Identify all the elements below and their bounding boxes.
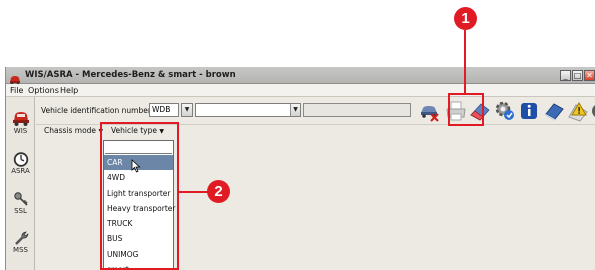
window-title: WIS/ASRA - Mercedes-Benz & smart - brown (25, 70, 236, 80)
sidebar-item-mss[interactable]: MSS (6, 230, 35, 255)
minimize-button[interactable]: _ (560, 70, 571, 81)
vin-prefix-value: WDB (152, 105, 171, 114)
sidebar-item-ssl[interactable]: SSL (6, 191, 35, 216)
screenshot-stage: WIS/ASRA - Mercedes-Benz & smart - brown… (0, 0, 595, 270)
callout-badge-2: 2 (207, 180, 230, 203)
sidebar-label-mss: MSS (13, 246, 28, 254)
module-sidebar: WIS ASRA SSL MSS (6, 97, 35, 270)
callout-badge-1: 1 (454, 7, 477, 30)
exit-icon[interactable] (589, 99, 595, 123)
menu-options[interactable]: Options (28, 84, 59, 97)
sidebar-item-asra[interactable]: ASRA (6, 151, 35, 176)
title-bar: WIS/ASRA - Mercedes-Benz & smart - brown… (6, 67, 595, 85)
eraser-highlight (448, 93, 484, 126)
callout-line-2 (179, 191, 209, 193)
info-icon[interactable] (517, 99, 541, 123)
menu-file[interactable]: File (10, 84, 23, 97)
vin-label: Vehicle identification number (41, 106, 151, 115)
close-button[interactable]: ✕ (584, 70, 595, 81)
menu-bar: File Options Help (6, 84, 595, 97)
vin-prefix-dropdown-button[interactable]: ▼ (181, 103, 193, 117)
application-window: WIS/ASRA - Mercedes-Benz & smart - brown… (5, 67, 595, 270)
settings-icon[interactable] (493, 99, 517, 123)
sidebar-label-wis: WIS (13, 127, 28, 135)
sidebar-label-asra: ASRA (11, 167, 30, 175)
wrench-icon (14, 231, 29, 245)
book-icon[interactable] (542, 99, 566, 123)
menu-help[interactable]: Help (60, 84, 78, 97)
sidebar-label-ssl: SSL (14, 207, 27, 215)
chevron-down-icon: ▼ (182, 104, 192, 116)
vin-status-field (303, 103, 411, 117)
sidebar-item-wis[interactable]: WIS (6, 109, 35, 136)
chevron-down-icon: ▼ (290, 104, 300, 116)
stopwatch-icon (13, 152, 28, 167)
chassis-mode-label: Chassis mode (44, 126, 97, 135)
maximize-button[interactable]: □ (572, 70, 583, 81)
delete-vehicle-icon[interactable] (418, 99, 442, 123)
car-icon (12, 112, 29, 126)
warning-icon[interactable] (566, 99, 590, 123)
vehicle-type-highlight (100, 122, 179, 270)
main-toolbar: Vehicle identification number WDB ▼ ▼ (36, 97, 595, 125)
app-logo-icon (9, 70, 21, 85)
chassis-mode-menu[interactable]: Chassis mode ▼ (44, 125, 103, 138)
key-icon (13, 192, 28, 206)
vin-prefix-combo[interactable]: WDB (149, 103, 179, 117)
vin-number-combo[interactable]: ▼ (195, 103, 301, 117)
callout-line-1 (464, 30, 466, 94)
